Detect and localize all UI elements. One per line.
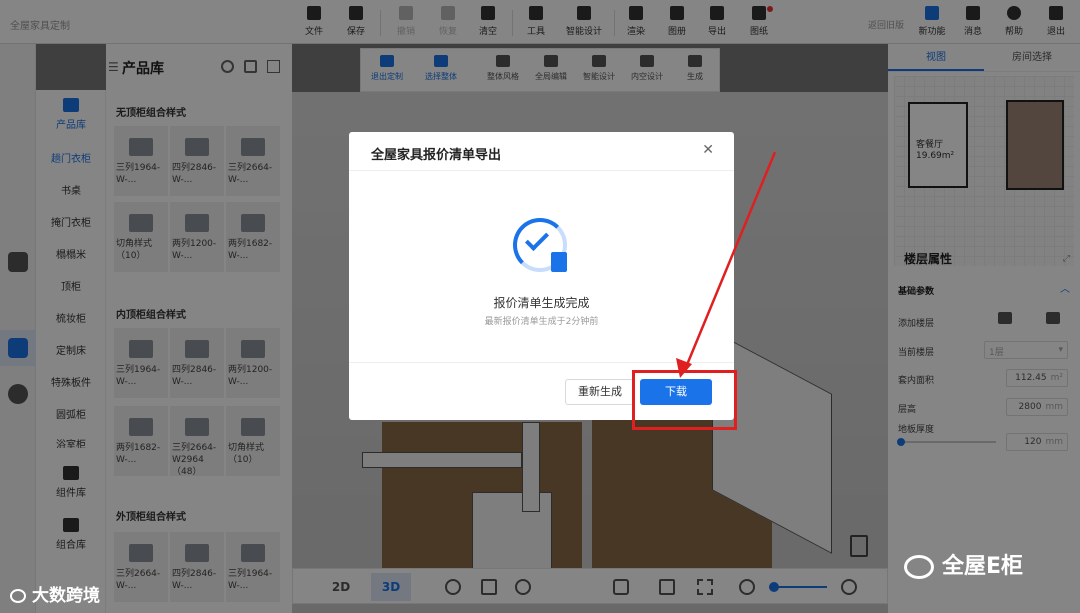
regenerate-button[interactable]: 重新生成 bbox=[565, 379, 635, 405]
annotation-arrow bbox=[676, 151, 777, 378]
arrow-line bbox=[682, 151, 777, 373]
dialog-title: 全屋家具报价清单导出 bbox=[371, 148, 502, 163]
wechat-icon bbox=[904, 555, 934, 579]
watermark-left: 大数跨境 bbox=[10, 581, 100, 606]
success-check-icon bbox=[511, 216, 571, 276]
clipboard-icon bbox=[551, 252, 567, 272]
logo-icon bbox=[10, 589, 26, 603]
watermark-right: 全屋E柜 bbox=[904, 548, 1023, 580]
